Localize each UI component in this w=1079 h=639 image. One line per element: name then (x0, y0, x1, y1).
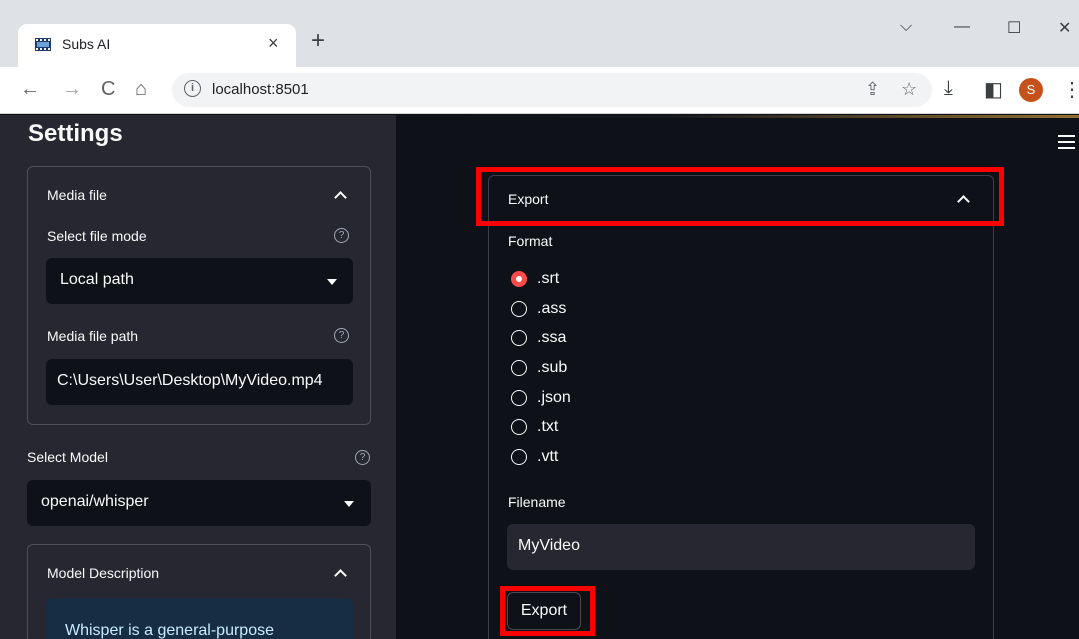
radio-vtt[interactable] (511, 449, 527, 465)
browser-tab-bar: Subs AI × + ⌵ — ☐ ✕ (0, 0, 1079, 67)
select-model-label: Select Model (27, 449, 108, 465)
url-text: localhost:8501 (212, 81, 309, 98)
site-info-icon[interactable]: i (184, 80, 201, 97)
model-description-text: Whisper is a general-purpose (65, 622, 274, 639)
help-icon[interactable]: ? (334, 228, 349, 243)
download-icon[interactable]: ⤓ (944, 77, 953, 100)
profile-avatar[interactable]: S (1019, 78, 1043, 102)
radio-srt[interactable] (511, 271, 527, 287)
help-icon[interactable]: ? (334, 328, 349, 343)
radio-ssa[interactable] (511, 330, 527, 346)
new-tab-icon[interactable]: + (311, 27, 325, 55)
filename-value: MyVideo (518, 537, 580, 554)
minimize-icon[interactable]: — (954, 18, 970, 36)
forward-icon[interactable]: → (62, 78, 82, 101)
select-file-mode-label: Select file mode (47, 228, 147, 244)
caret-down-icon (344, 501, 354, 507)
bookmark-star-icon[interactable]: ☆ (901, 79, 917, 100)
export-header[interactable]: Export (508, 191, 548, 207)
address-bar: ← → C ⌂ i localhost:8501 ⇪ ☆ (0, 67, 1079, 114)
media-file-path-value: C:\Users\User\Desktop\MyVideo.mp4 (57, 372, 323, 389)
tab-close-icon[interactable]: × (268, 33, 279, 54)
side-panel-icon[interactable]: ◧ (984, 77, 1003, 102)
radio-label-ssa[interactable]: .ssa (537, 329, 566, 347)
radio-label-sub[interactable]: .sub (537, 359, 567, 377)
sidebar-title: Settings (28, 120, 123, 147)
share-icon[interactable]: ⇪ (865, 79, 880, 100)
radio-label-ass[interactable]: .ass (537, 300, 566, 318)
filename-input[interactable]: MyVideo (507, 524, 975, 570)
format-label: Format (508, 233, 553, 249)
radio-sub[interactable] (511, 360, 527, 376)
radio-json[interactable] (511, 390, 527, 406)
hamburger-menu-icon[interactable] (1058, 135, 1075, 153)
export-button[interactable]: Export (507, 592, 581, 630)
back-icon[interactable]: ← (20, 78, 40, 101)
sidebar: Settings Media file Select file mode ? L… (0, 115, 396, 639)
radio-label-txt[interactable]: .txt (537, 418, 558, 436)
tab-title: Subs AI (62, 36, 111, 52)
close-window-icon[interactable]: ✕ (1058, 18, 1071, 38)
media-file-header[interactable]: Media file (47, 187, 107, 203)
radio-ass[interactable] (511, 301, 527, 317)
media-file-path-input[interactable]: C:\Users\User\Desktop\MyVideo.mp4 (46, 359, 353, 405)
radio-txt[interactable] (511, 419, 527, 435)
browser-tab[interactable]: Subs AI × (18, 24, 296, 67)
radio-label-srt[interactable]: .srt (537, 270, 559, 288)
caret-down-icon (327, 279, 337, 285)
model-description-header[interactable]: Model Description (47, 565, 159, 581)
home-icon[interactable]: ⌂ (135, 78, 147, 101)
model-description-info: Whisper is a general-purpose (46, 598, 353, 639)
radio-label-vtt[interactable]: .vtt (537, 448, 558, 466)
radio-label-json[interactable]: .json (537, 389, 571, 407)
file-mode-select[interactable]: Local path (46, 258, 353, 304)
browser-menu-icon[interactable]: ⋮ (1062, 77, 1079, 102)
media-file-path-label: Media file path (47, 328, 139, 344)
file-mode-value: Local path (60, 271, 134, 288)
help-icon[interactable]: ? (355, 450, 370, 465)
model-select[interactable]: openai/whisper (27, 480, 371, 526)
top-decoration (396, 115, 1079, 118)
model-value: openai/whisper (41, 493, 149, 510)
highlight-export-header (476, 167, 1004, 226)
url-field[interactable]: i localhost:8501 ⇪ ☆ (172, 73, 932, 107)
filename-label: Filename (508, 494, 566, 510)
main-content: Export Format .srt .ass .ssa .sub .json … (396, 115, 1079, 639)
maximize-icon[interactable]: ☐ (1007, 18, 1021, 38)
tab-search-icon[interactable]: ⌵ (900, 18, 912, 36)
reload-icon[interactable]: C (101, 78, 115, 101)
film-icon (35, 38, 51, 51)
